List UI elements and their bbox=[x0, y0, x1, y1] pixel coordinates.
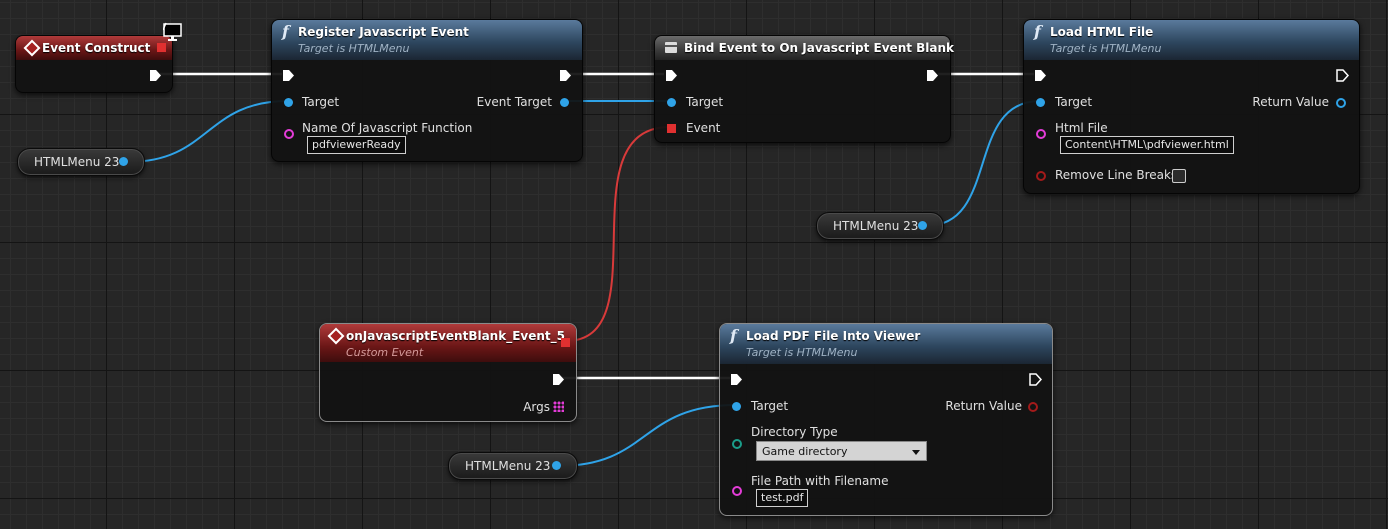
target-pin[interactable] bbox=[284, 98, 293, 107]
htmlmenu-variable-node[interactable]: HTMLMenu 23 bbox=[17, 148, 145, 176]
exec-out-pin[interactable] bbox=[926, 69, 939, 82]
exec-in-pin[interactable] bbox=[730, 373, 743, 386]
delegate-out-pin[interactable] bbox=[561, 338, 570, 347]
register-js-event-node[interactable]: f Register Javascript Event Target is HT… bbox=[271, 19, 583, 162]
register-js-event-subtitle: Target is HTMLMenu bbox=[298, 42, 410, 55]
load-pdf-subtitle: Target is HTMLMenu bbox=[746, 346, 858, 359]
load-pdf-node[interactable]: f Load PDF File Into Viewer Target is HT… bbox=[719, 323, 1053, 516]
object-wire-var3-loadpdf bbox=[557, 404, 737, 467]
return-value-pin[interactable] bbox=[1028, 402, 1038, 412]
exec-out-pin[interactable] bbox=[149, 69, 162, 82]
file-path-input[interactable]: test.pdf bbox=[756, 489, 809, 507]
target-label: Target bbox=[1055, 95, 1093, 109]
function-icon: f bbox=[282, 22, 289, 41]
event-icon bbox=[23, 39, 41, 57]
target-label: Target bbox=[686, 95, 724, 109]
directory-type-pin[interactable] bbox=[732, 439, 742, 449]
load-html-file-title: Load HTML File bbox=[1050, 25, 1154, 39]
exec-out-pin[interactable] bbox=[552, 373, 565, 386]
html-file-pin[interactable] bbox=[1036, 129, 1046, 139]
exec-out-pin[interactable] bbox=[1029, 373, 1042, 386]
exec-in-pin[interactable] bbox=[282, 69, 295, 82]
file-path-pin[interactable] bbox=[732, 486, 742, 496]
remove-line-breaks-pin[interactable] bbox=[1036, 171, 1046, 181]
custom-event-node[interactable]: onJavascriptEventBlank_Event_5 Custom Ev… bbox=[319, 323, 577, 422]
variable-label: HTMLMenu 23 bbox=[833, 219, 919, 233]
remove-line-breaks-label: Remove Line Breaks bbox=[1055, 168, 1178, 182]
bind-event-title: Bind Event to On Javascript Event Blank bbox=[684, 41, 955, 55]
custom-event-subtitle: Custom Event bbox=[346, 346, 424, 359]
load-html-file-header[interactable]: f Load HTML File Target is HTMLMenu bbox=[1024, 20, 1359, 60]
event-construct-title: Event Construct bbox=[42, 41, 151, 55]
monitor-icon bbox=[163, 22, 182, 41]
exec-in-pin[interactable] bbox=[1034, 69, 1047, 82]
file-path-label: File Path with Filename bbox=[751, 474, 889, 488]
custom-event-title: onJavascriptEventBlank_Event_5 bbox=[346, 329, 565, 343]
function-icon: f bbox=[730, 326, 737, 345]
variable-out-pin[interactable] bbox=[119, 157, 128, 166]
target-pin[interactable] bbox=[667, 98, 676, 107]
htmlmenu-variable-node[interactable]: HTMLMenu 23 bbox=[816, 212, 944, 240]
target-label: Target bbox=[751, 399, 789, 413]
directory-type-value: Game directory bbox=[762, 445, 848, 458]
event-construct-node[interactable]: Event Construct bbox=[15, 35, 173, 93]
function-name-input[interactable]: pdfviewerReady bbox=[307, 136, 406, 154]
function-icon: f bbox=[1034, 22, 1041, 41]
htmlmenu-variable-node[interactable]: HTMLMenu 23 bbox=[448, 452, 578, 480]
function-name-pin[interactable] bbox=[284, 129, 294, 139]
remove-line-breaks-checkbox[interactable] bbox=[1172, 169, 1186, 183]
return-value-label: Return Value bbox=[1252, 95, 1329, 109]
args-pin[interactable] bbox=[553, 401, 564, 412]
variable-out-pin[interactable] bbox=[552, 461, 561, 470]
target-pin[interactable] bbox=[732, 402, 741, 411]
load-pdf-header[interactable]: f Load PDF File Into Viewer Target is HT… bbox=[720, 324, 1052, 364]
event-icon bbox=[327, 327, 345, 345]
load-html-file-subtitle: Target is HTMLMenu bbox=[1050, 42, 1162, 55]
target-label: Target bbox=[302, 95, 340, 109]
return-value-pin[interactable] bbox=[1336, 98, 1346, 108]
return-value-label: Return Value bbox=[945, 399, 1022, 413]
event-construct-header[interactable]: Event Construct bbox=[16, 36, 172, 60]
variable-out-pin[interactable] bbox=[918, 221, 927, 230]
variable-label: HTMLMenu 23 bbox=[34, 155, 120, 169]
function-name-label: Name Of Javascript Function bbox=[302, 121, 473, 135]
event-target-label: Event Target bbox=[476, 95, 552, 109]
load-pdf-title: Load PDF File Into Viewer bbox=[746, 329, 921, 343]
event-label: Event bbox=[686, 121, 721, 135]
event-delegate-pin[interactable] bbox=[667, 124, 676, 133]
exec-out-pin[interactable] bbox=[559, 69, 572, 82]
directory-type-label: Directory Type bbox=[751, 425, 838, 439]
html-file-label: Html File bbox=[1055, 121, 1108, 135]
delegate-wire-custom-bind bbox=[565, 126, 671, 342]
custom-event-header[interactable]: onJavascriptEventBlank_Event_5 Custom Ev… bbox=[320, 324, 576, 362]
html-file-input[interactable]: Content\HTML\pdfviewer.html bbox=[1060, 136, 1234, 154]
args-label: Args bbox=[523, 400, 550, 414]
bind-event-icon bbox=[665, 42, 677, 53]
exec-out-pin[interactable] bbox=[1336, 69, 1349, 82]
variable-label: HTMLMenu 23 bbox=[465, 459, 551, 473]
register-js-event-title: Register Javascript Event bbox=[298, 25, 469, 39]
delegate-pin[interactable] bbox=[157, 43, 166, 52]
object-wire-var1-register bbox=[127, 100, 289, 163]
event-target-pin[interactable] bbox=[560, 98, 569, 107]
directory-type-dropdown[interactable]: Game directory bbox=[756, 441, 927, 461]
target-pin[interactable] bbox=[1036, 98, 1045, 107]
exec-in-pin[interactable] bbox=[665, 69, 678, 82]
bind-event-header[interactable]: Bind Event to On Javascript Event Blank bbox=[655, 36, 954, 60]
bind-event-node[interactable]: Bind Event to On Javascript Event Blank … bbox=[654, 35, 954, 143]
load-html-file-node[interactable]: f Load HTML File Target is HTMLMenu Targ… bbox=[1023, 19, 1360, 194]
chevron-down-icon bbox=[912, 450, 920, 455]
register-js-event-header[interactable]: f Register Javascript Event Target is HT… bbox=[272, 20, 582, 60]
